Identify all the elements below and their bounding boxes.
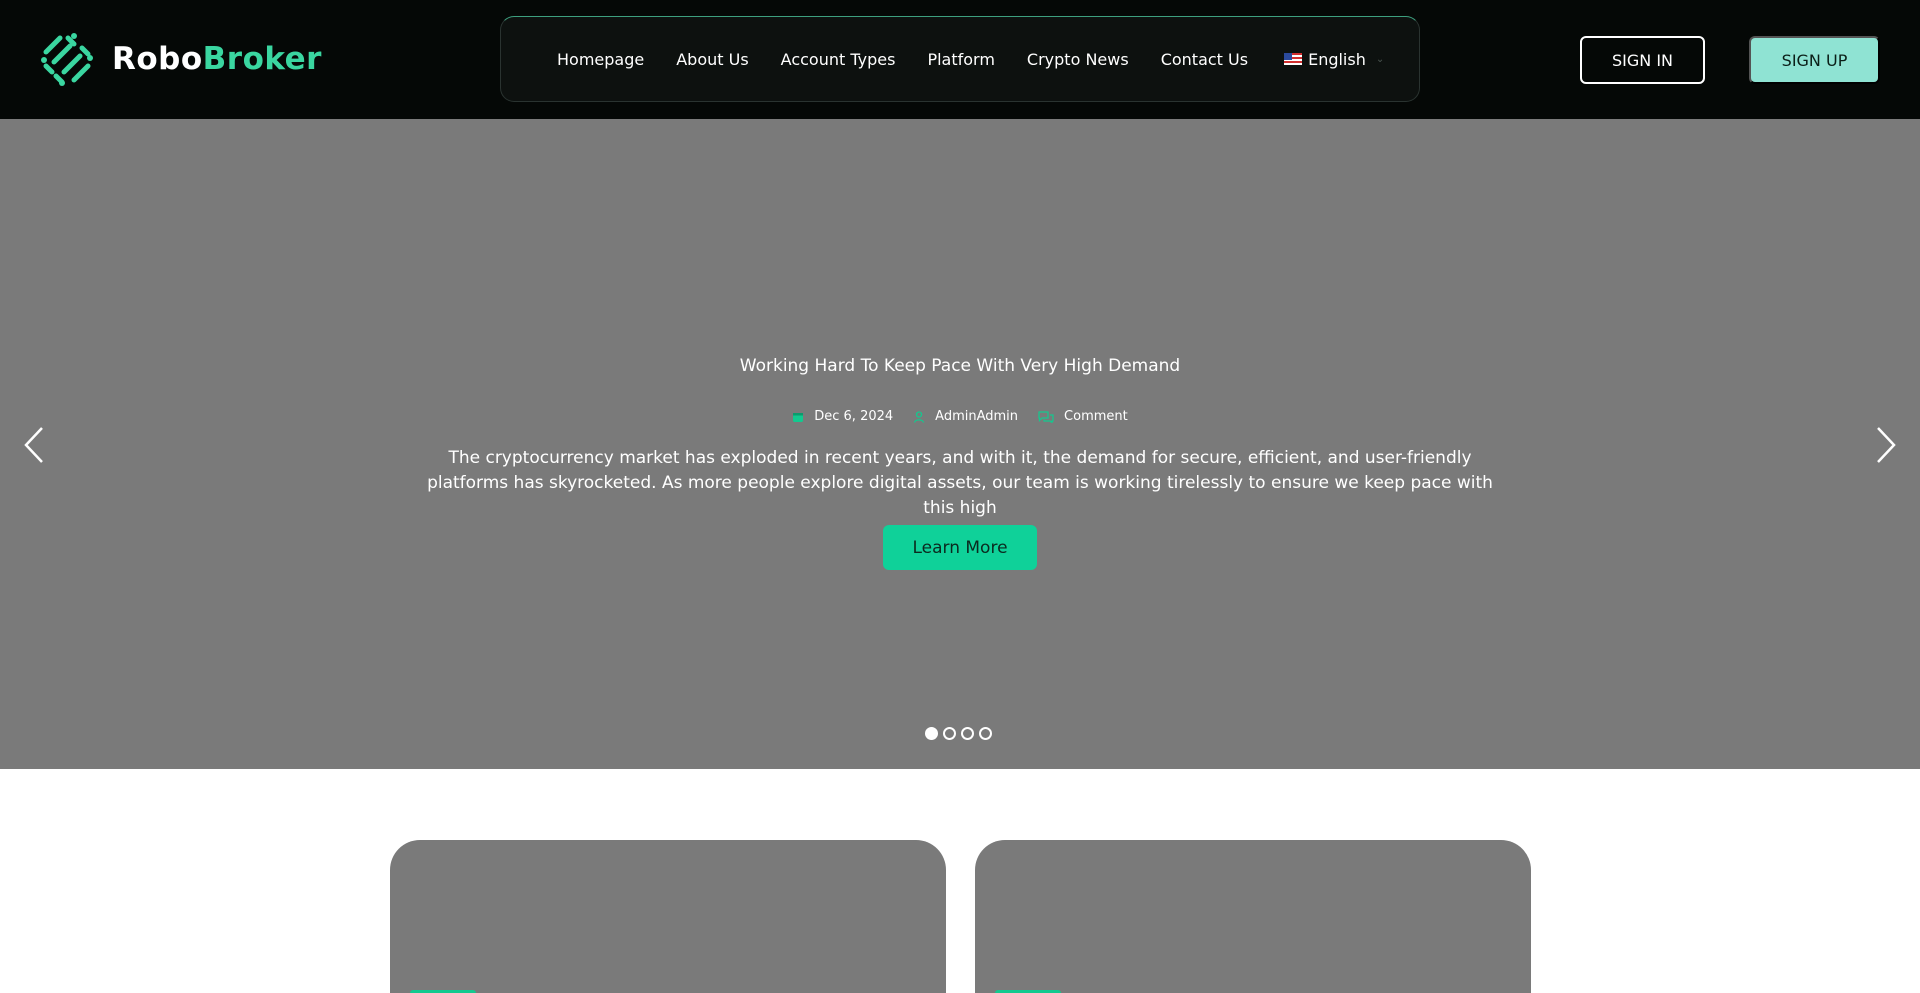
us-flag-icon xyxy=(1284,53,1303,65)
robobroker-logo-icon xyxy=(41,33,93,86)
post-date: Dec 6, 2024 xyxy=(792,409,893,424)
slide-excerpt: The cryptocurrency market has exploded i… xyxy=(427,448,1493,518)
language-selector[interactable]: English ⌄ xyxy=(1284,50,1384,69)
post-card[interactable] xyxy=(975,840,1531,993)
brand-name: RoboBroker xyxy=(112,41,322,77)
post-comments-text: Comment xyxy=(1064,409,1128,424)
nav-platform[interactable]: Platform xyxy=(927,50,994,69)
slider-prev-button[interactable] xyxy=(14,421,54,469)
post-author-text: AdminAdmin xyxy=(935,409,1019,424)
post-card[interactable] xyxy=(390,840,946,993)
nav-about-us[interactable]: About Us xyxy=(676,50,748,69)
chevron-down-icon: ⌄ xyxy=(1375,53,1385,65)
chevron-left-icon xyxy=(24,427,43,463)
sign-in-button[interactable]: SIGN IN xyxy=(1580,36,1705,84)
slider-dot[interactable] xyxy=(925,727,938,740)
post-date-text: Dec 6, 2024 xyxy=(814,409,894,424)
language-label: English xyxy=(1308,49,1366,69)
nav-contact-us[interactable]: Contact Us xyxy=(1161,50,1248,69)
brand-logo[interactable]: RoboBroker xyxy=(38,30,322,88)
brand-name-part1: Robo xyxy=(112,41,203,77)
sign-up-button[interactable]: SIGN UP xyxy=(1749,36,1880,84)
main-nav: Homepage About Us Account Types Platform… xyxy=(500,16,1420,102)
slider-next-button[interactable] xyxy=(1866,421,1906,469)
slide-title[interactable]: Working Hard To Keep Pace With Very High… xyxy=(0,356,1920,376)
nav-account-types[interactable]: Account Types xyxy=(781,50,896,69)
hero-slider: Working Hard To Keep Pace With Very High… xyxy=(0,119,1920,769)
brand-name-part2: Broker xyxy=(202,41,322,77)
site-header: RoboBroker Homepage About Us Account Typ… xyxy=(0,0,1920,119)
slider-dot[interactable] xyxy=(943,727,956,740)
chevron-right-icon xyxy=(1877,427,1896,463)
post-comments[interactable]: Comment xyxy=(1038,409,1128,424)
calendar-icon xyxy=(792,411,804,423)
comments-icon xyxy=(1038,410,1054,423)
slider-pagination xyxy=(925,727,997,740)
slider-dot[interactable] xyxy=(979,727,992,740)
post-author[interactable]: AdminAdmin xyxy=(913,409,1018,424)
nav-crypto-news[interactable]: Crypto News xyxy=(1027,50,1129,69)
post-meta: Dec 6, 2024 AdminAdmin Comment xyxy=(0,409,1920,424)
slider-dot[interactable] xyxy=(961,727,974,740)
user-icon xyxy=(913,410,925,423)
learn-more-button[interactable]: Learn More xyxy=(883,525,1037,570)
nav-homepage[interactable]: Homepage xyxy=(557,50,644,69)
